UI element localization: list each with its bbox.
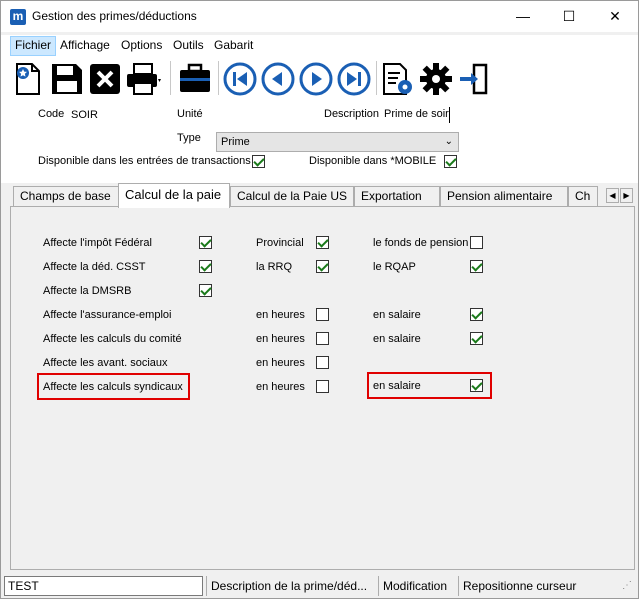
main-window: m Gestion des primes/déductions — ☐ ✕ Fi… <box>0 0 639 599</box>
menu-affichage[interactable]: Affichage <box>56 36 114 56</box>
print-icon[interactable] <box>125 61 161 97</box>
tab-champs-de-base[interactable]: Champs de base <box>13 186 120 207</box>
checkbox-comite-en-salaire[interactable] <box>470 332 483 345</box>
label-rqap: le RQAP <box>373 261 416 273</box>
menu-options[interactable]: Options <box>117 36 166 56</box>
tab-truncated[interactable]: Ch <box>568 186 598 207</box>
status-bar: TEST Description de la prime/déd... Modi… <box>1 574 638 598</box>
checkbox-comite-en-heures[interactable] <box>316 332 329 345</box>
code-field[interactable]: SOIR <box>71 109 98 121</box>
new-icon[interactable] <box>10 61 46 97</box>
checkbox-ae-en-heures[interactable] <box>316 308 329 321</box>
checkbox-rrq[interactable] <box>316 260 329 273</box>
description-value: Prime de soir <box>384 108 449 120</box>
code-label: Code <box>38 108 65 120</box>
settings-document-icon[interactable] <box>380 61 416 97</box>
description-label: Description <box>324 108 380 120</box>
row-label-federal: Affecte l'impôt Fédéral <box>43 237 152 249</box>
label-comite-en-salaire: en salaire <box>373 333 421 345</box>
gear-icon[interactable] <box>418 61 454 97</box>
checkbox-ae-en-salaire[interactable] <box>470 308 483 321</box>
checkbox-rqap[interactable] <box>470 260 483 273</box>
maximize-button[interactable]: ☐ <box>546 1 592 32</box>
exit-icon[interactable] <box>456 61 492 97</box>
tab-scroll-right-icon[interactable]: ▶ <box>620 188 633 203</box>
last-record-button[interactable] <box>336 61 372 97</box>
type-label: Type <box>177 132 201 144</box>
checkbox-avant-en-heures[interactable] <box>316 356 329 369</box>
dispo-transactions-label: Disponible dans les entrées de transacti… <box>38 155 251 167</box>
tab-calcul-de-la-paie-label: Calcul de la paie <box>125 187 222 202</box>
status-input[interactable]: TEST <box>4 576 203 596</box>
row-label-csst: Affecte la déd. CSST <box>43 261 146 273</box>
chevron-down-icon: ⌄ <box>444 136 453 147</box>
checkbox-provincial[interactable] <box>316 236 329 249</box>
status-mode: Modification <box>378 576 456 596</box>
next-record-button[interactable] <box>298 61 334 97</box>
status-action: Repositionne curseur <box>458 576 618 596</box>
tab-calcul-de-la-paie-us[interactable]: Calcul de la Paie US <box>230 186 354 207</box>
tab-calcul-de-la-paie[interactable]: Calcul de la paie <box>118 183 230 208</box>
checkbox-syndicaux-en-salaire[interactable] <box>470 379 483 392</box>
title-bar: m Gestion des primes/déductions — ☐ ✕ <box>1 1 638 32</box>
checkbox-dmsrb[interactable] <box>199 284 212 297</box>
delete-icon[interactable] <box>87 61 123 97</box>
label-comite-en-heures: en heures <box>256 333 305 345</box>
briefcase-icon[interactable] <box>177 61 213 97</box>
tab-bar: Champs de base Calcul de la paie Calcul … <box>1 183 638 208</box>
description-field[interactable]: Prime de soir <box>382 107 450 123</box>
label-ae-en-salaire: en salaire <box>373 309 421 321</box>
checkbox-csst[interactable] <box>199 260 212 273</box>
type-select[interactable]: Prime ⌄ <box>216 132 459 152</box>
row-label-avant-sociaux: Affecte les avant. sociaux <box>43 357 168 369</box>
tab-scroll-left-icon[interactable]: ◀ <box>606 188 619 203</box>
checkbox-fonds-pension[interactable] <box>470 236 483 249</box>
dispo-mobile-label: Disponible dans *MOBILE <box>309 155 437 167</box>
previous-record-button[interactable] <box>260 61 296 97</box>
label-syndicaux-en-salaire: en salaire <box>373 380 421 392</box>
dispo-mobile-checkbox[interactable] <box>444 155 457 168</box>
label-avant-en-heures: en heures <box>256 357 305 369</box>
menu-outils[interactable]: Outils <box>169 36 208 56</box>
dispo-transactions-checkbox[interactable] <box>252 155 265 168</box>
type-select-value: Prime <box>221 136 250 148</box>
status-description: Description de la prime/déd... <box>206 576 376 596</box>
tab-exportation[interactable]: Exportation <box>354 186 440 207</box>
row-label-assurance-emploi: Affecte l'assurance-emploi <box>43 309 172 321</box>
resize-grip-icon[interactable]: ⋰ <box>622 580 636 594</box>
close-button[interactable]: ✕ <box>592 1 638 32</box>
unite-label: Unité <box>177 108 203 120</box>
window-title: Gestion des primes/déductions <box>32 9 197 23</box>
row-label-syndicaux: Affecte les calculs syndicaux <box>43 381 183 393</box>
label-syndicaux-en-heures: en heures <box>256 381 305 393</box>
menu-bar: Fichier Affichage Options Outils Gabarit <box>1 35 638 57</box>
label-fonds-pension: le fonds de pension <box>373 237 469 249</box>
first-record-button[interactable] <box>222 61 258 97</box>
app-icon: m <box>10 9 26 25</box>
toolbar <box>1 57 638 101</box>
row-label-dmsrb: Affecte la DMSRB <box>43 285 132 297</box>
label-rrq: la RRQ <box>256 261 293 273</box>
label-ae-en-heures: en heures <box>256 309 305 321</box>
menu-gabarit[interactable]: Gabarit <box>210 36 257 56</box>
checkbox-syndicaux-en-heures[interactable] <box>316 380 329 393</box>
tab-pension-alimentaire[interactable]: Pension alimentaire <box>440 186 568 207</box>
minimize-button[interactable]: — <box>500 1 546 32</box>
row-label-comite: Affecte les calculs du comité <box>43 333 182 345</box>
save-icon[interactable] <box>49 61 85 97</box>
label-provincial: Provincial <box>256 237 304 249</box>
menu-fichier[interactable]: Fichier <box>10 36 57 56</box>
checkbox-federal[interactable] <box>199 236 212 249</box>
